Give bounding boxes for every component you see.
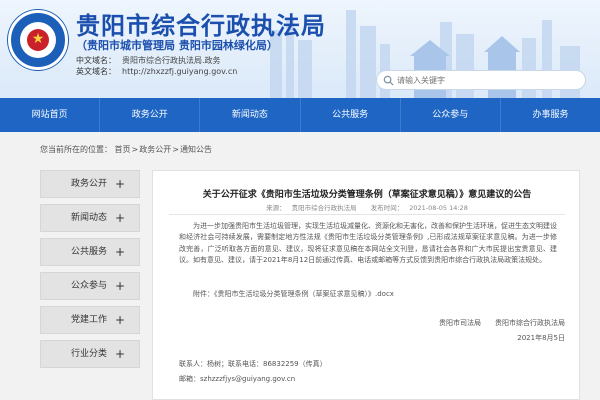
sidebar-item-label: 公共服务 [71,247,108,257]
sidebar-item-label: 行业分类 [71,349,108,359]
sidebar-item-label: 公众参与 [71,281,108,291]
sidebar-menu: 政务公开 + 新闻动态 + 公共服务 + 公众参与 + 党建工作 + 行业分类 … [40,170,140,374]
chinese-domain-label: 中文域名： [76,56,116,65]
main-nav: 网站首页 政务公开 新闻动态 公共服务 公众参与 办事服务 [0,98,600,132]
chinese-domain-row: 中文域名： 贵阳市综合行政执法局.政务 [76,55,221,66]
expand-plus-icon[interactable]: + [115,171,125,197]
sidebar-item-public-participation[interactable]: 公众参与 + [40,272,140,300]
article-source: 贵阳市综合行政执法局 [291,204,357,212]
site-header: ★ 贵阳市综合行政执法局 （贵阳市城市管理局 贵阳市园林绿化局） 中文域名： 贵阳… [0,0,600,98]
article-source-label: 来源： [266,204,286,212]
sidebar-item-label: 党建工作 [71,315,108,325]
site-search-box[interactable] [376,70,586,90]
search-icon[interactable] [383,75,394,86]
article-contact-person: 联系人：杨树；联系电话：86832259（传真） [179,360,327,368]
sidebar-item-label: 新闻动态 [71,213,108,223]
bureau-emblem-logo[interactable]: ★ [8,10,68,70]
search-input[interactable] [397,73,577,87]
article-attachment-link[interactable]: 附件：《贵阳市生活垃圾分类管理条例（草案征求意见稿）》.docx [193,289,394,299]
article-title: 关于公开征求《贵阳市生活垃圾分类管理条例（草案征求意见稿）》意见建议的公告 [202,190,532,200]
signer-enforcement-bureau: 贵阳市综合行政执法局 [495,319,565,327]
site-title[interactable]: 贵阳市综合行政执法局 [76,6,326,41]
breadcrumb: 您当前所在的位置： 首页>政务公开>通知公告 [40,144,212,155]
nav-item-online-services[interactable]: 办事服务 [501,98,600,132]
nav-item-public-services[interactable]: 公共服务 [301,98,401,132]
expand-plus-icon[interactable]: + [115,307,125,333]
sidebar-item-label: 政务公开 [71,179,108,189]
article-contact-email: 邮箱：szhzzzfjys@guiyang.gov.cn [179,375,296,383]
expand-plus-icon[interactable]: + [115,341,125,367]
english-domain-row: 英文域名： http://zhxzzfj.guiyang.gov.cn [76,66,237,77]
expand-plus-icon[interactable]: + [115,239,125,265]
article-body: 为进一步加强贵阳市生活垃圾管理，实现生活垃圾减量化、资源化和无害化，改善和保护生… [179,222,557,265]
chinese-domain-value: 贵阳市综合行政执法局.政务 [122,56,221,65]
signer-justice-bureau: 贵阳市司法局 [439,319,481,327]
expand-plus-icon[interactable]: + [115,273,125,299]
site-subtitle: （贵阳市城市管理局 贵阳市园林绿化局） [76,39,278,52]
article-signers: 贵阳市司法局 贵阳市综合行政执法局 [425,318,565,328]
article-meta: 来源： 贵阳市综合行政执法局 发布时间： 2021-08-05 14:28 [153,202,581,212]
sidebar-item-news[interactable]: 新闻动态 + [40,204,140,232]
article-date: 2021-08-05 14:28 [409,204,468,212]
breadcrumb-government-affairs[interactable]: 政务公开 [139,145,171,154]
article-divider [169,214,565,215]
breadcrumb-separator: > [172,145,179,154]
nav-item-news[interactable]: 新闻动态 [200,98,301,132]
article-panel: 关于公开征求《贵阳市生活垃圾分类管理条例（草案征求意见稿）》意见建议的公告 来源… [152,170,580,400]
sidebar-item-party-building[interactable]: 党建工作 + [40,306,140,334]
breadcrumb-home[interactable]: 首页 [115,145,131,154]
article-date-label: 发布时间： [370,204,404,212]
breadcrumb-notices[interactable]: 通知公告 [180,145,212,154]
english-domain-label: 英文域名： [76,67,116,76]
nav-item-home[interactable]: 网站首页 [0,98,101,132]
nav-item-public-participation[interactable]: 公众参与 [401,98,501,132]
sidebar-item-public-services[interactable]: 公共服务 + [40,238,140,266]
expand-plus-icon[interactable]: + [115,205,125,231]
nav-item-government-affairs[interactable]: 政务公开 [100,98,201,132]
article-sign-date: 2021年8月5日 [517,334,565,342]
breadcrumb-prefix: 您当前所在的位置： [40,145,112,154]
breadcrumb-separator: > [131,145,139,154]
english-domain-value[interactable]: http://zhxzzfj.guiyang.gov.cn [122,67,237,76]
sidebar-item-government-affairs[interactable]: 政务公开 + [40,170,140,198]
sidebar-item-industry-categories[interactable]: 行业分类 + [40,340,140,368]
